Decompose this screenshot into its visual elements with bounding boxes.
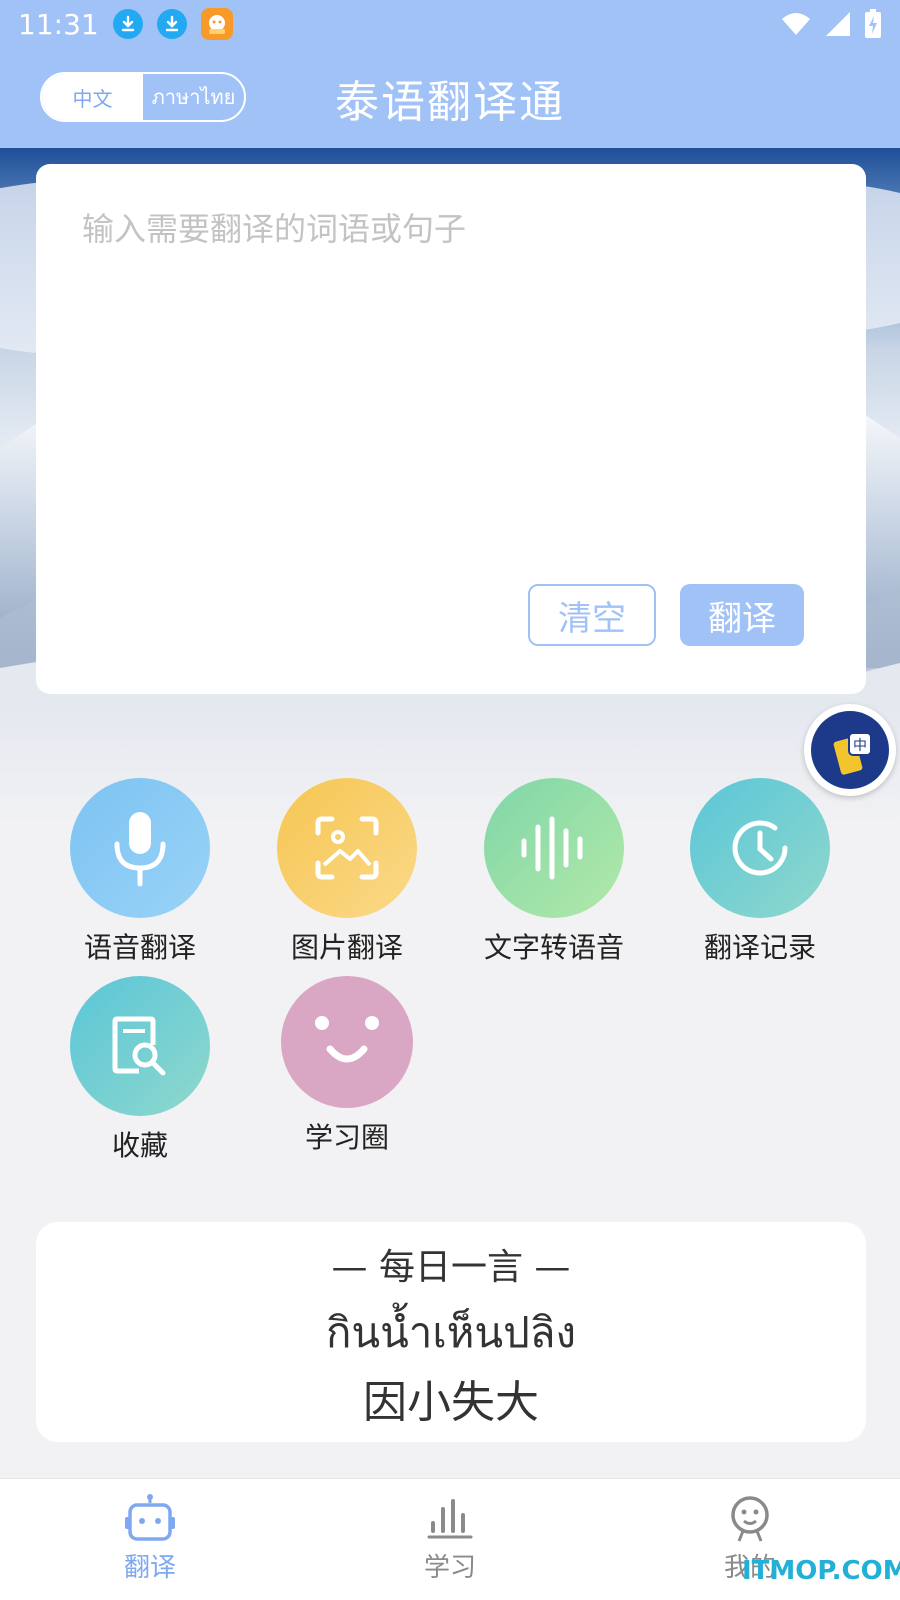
feature-translate-history[interactable]: 翻译记录: [670, 778, 850, 966]
watermark-text: ITMOP.COM: [742, 1556, 900, 1586]
status-bar: 11:31: [0, 0, 900, 48]
daily-quote-card: — 每日一言 — กินน้ำเห็นปลิง 因小失大: [36, 1222, 866, 1442]
translate-input-card: 清空 翻译: [36, 164, 866, 694]
clock-icon: [690, 778, 830, 918]
app-notification-icon: [200, 8, 233, 40]
svg-text:中: 中: [853, 738, 867, 754]
daily-quote-thai: กินน้ำเห็นปลิง: [325, 1308, 577, 1357]
title-bar: 中文 ภาษาไทย 泰语翻译通: [0, 48, 900, 148]
battery-charging-icon: [865, 9, 881, 38]
status-time: 11:31: [18, 7, 99, 41]
translate-input[interactable]: [82, 204, 822, 524]
daily-quote-heading: — 每日一言 —: [331, 1247, 571, 1288]
feature-image-translate[interactable]: 图片翻译: [257, 778, 437, 966]
wifi-icon: [782, 13, 810, 35]
bar-chart-icon: [427, 1499, 473, 1539]
feature-favorites[interactable]: 收藏: [50, 976, 230, 1164]
document-search-icon: [70, 976, 210, 1116]
lang-option-thai[interactable]: ภาษาไทย: [143, 74, 244, 120]
nav-label: 翻译: [123, 1553, 176, 1583]
image-scan-icon: [277, 778, 417, 918]
robot-icon: [125, 1494, 175, 1541]
profile-face-icon: [731, 1496, 769, 1542]
signal-icon: [826, 12, 850, 36]
nav-tab-translate[interactable]: 翻译: [80, 1493, 220, 1584]
feature-label: 学习圈: [304, 1121, 389, 1154]
feature-label: 收藏: [111, 1129, 168, 1162]
clear-button[interactable]: 清空: [528, 584, 656, 646]
smiley-face-icon: [281, 976, 413, 1108]
microphone-icon: [70, 778, 210, 918]
language-switch: 中文 ภาษาไทย: [40, 72, 246, 122]
feature-voice-translate[interactable]: 语音翻译: [50, 778, 230, 966]
nav-tab-study[interactable]: 学习: [380, 1493, 520, 1584]
lang-option-chinese[interactable]: 中文: [42, 74, 143, 120]
feature-text-to-speech[interactable]: 文字转语音: [464, 778, 644, 966]
download-icon: [112, 9, 143, 39]
translate-button[interactable]: 翻译: [680, 584, 804, 646]
feature-label: 文字转语音: [483, 931, 624, 964]
feature-study-circle[interactable]: 学习圈: [257, 976, 437, 1156]
nav-label: 学习: [423, 1553, 476, 1583]
sound-wave-icon: [484, 778, 624, 918]
feature-label: 翻译记录: [703, 931, 816, 964]
feature-label: 语音翻译: [83, 931, 196, 964]
daily-quote-chinese: 因小失大: [363, 1377, 539, 1428]
download-icon: [156, 9, 187, 39]
feature-label: 图片翻译: [290, 931, 403, 964]
